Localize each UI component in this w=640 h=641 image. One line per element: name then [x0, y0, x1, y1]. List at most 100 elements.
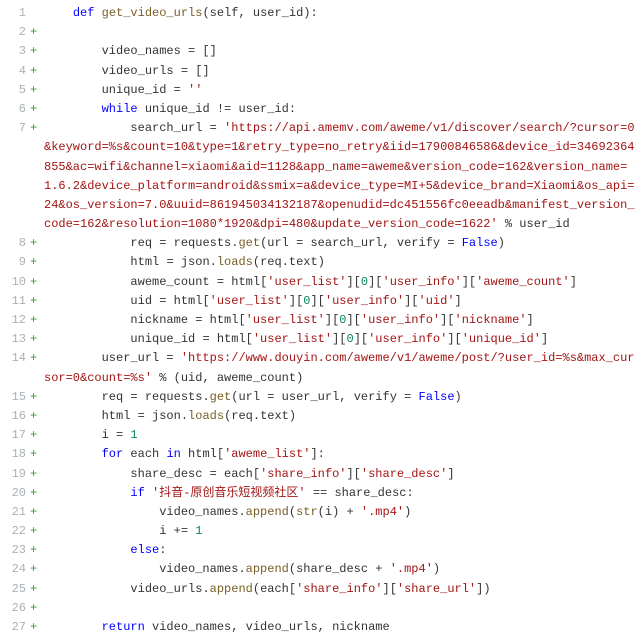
code-line: 8+ req = requests.get(url = search_url, …	[0, 234, 640, 253]
code-line: 21+ video_names.append(str(i) + '.mp4')	[0, 503, 640, 522]
code-line: 5+ unique_id = ''	[0, 81, 640, 100]
code-content: user_url = 'https://www.douyin.com/aweme…	[44, 349, 640, 387]
code-line: 13+ unique_id = html['user_list'][0]['us…	[0, 330, 640, 349]
diff-marker: +	[30, 311, 44, 330]
code-content: i += 1	[44, 522, 640, 541]
line-number: 13	[0, 330, 30, 349]
code-line: 12+ nickname = html['user_list'][0]['use…	[0, 311, 640, 330]
line-number: 21	[0, 503, 30, 522]
code-content: unique_id = html['user_list'][0]['user_i…	[44, 330, 640, 349]
diff-marker: +	[30, 253, 44, 272]
code-line: 18+ for each in html['aweme_list']:	[0, 445, 640, 464]
line-number: 2	[0, 23, 30, 42]
line-number: 1	[0, 4, 30, 23]
line-number: 12	[0, 311, 30, 330]
code-line: 23+ else:	[0, 541, 640, 560]
line-number: 3	[0, 42, 30, 61]
line-number: 20	[0, 484, 30, 503]
diff-marker: +	[30, 292, 44, 311]
code-content: if '抖音-原创音乐短视频社区' == share_desc:	[44, 484, 640, 503]
code-content: nickname = html['user_list'][0]['user_in…	[44, 311, 640, 330]
code-line: 16+ html = json.loads(req.text)	[0, 407, 640, 426]
code-content: search_url = 'https://api.amemv.com/awem…	[44, 119, 640, 234]
line-number: 22	[0, 522, 30, 541]
code-content: req = requests.get(url = search_url, ver…	[44, 234, 640, 253]
line-number: 25	[0, 580, 30, 599]
line-number: 18	[0, 445, 30, 464]
diff-marker: +	[30, 522, 44, 541]
code-content: i = 1	[44, 426, 640, 445]
diff-marker: +	[30, 407, 44, 426]
code-line: 11+ uid = html['user_list'][0]['user_inf…	[0, 292, 640, 311]
code-line: 4+ video_urls = []	[0, 62, 640, 81]
code-line: 20+ if '抖音-原创音乐短视频社区' == share_desc:	[0, 484, 640, 503]
line-number: 9	[0, 253, 30, 272]
diff-marker: +	[30, 119, 44, 138]
line-number: 23	[0, 541, 30, 560]
code-content: video_names.append(str(i) + '.mp4')	[44, 503, 640, 522]
code-line: 9+ html = json.loads(req.text)	[0, 253, 640, 272]
code-line: 15+ req = requests.get(url = user_url, v…	[0, 388, 640, 407]
diff-marker: +	[30, 42, 44, 61]
line-number: 19	[0, 465, 30, 484]
code-content: else:	[44, 541, 640, 560]
code-line: 22+ i += 1	[0, 522, 640, 541]
line-number: 26	[0, 599, 30, 618]
line-number: 14	[0, 349, 30, 368]
code-line: 3+ video_names = []	[0, 42, 640, 61]
code-line: 27+ return video_names, video_urls, nick…	[0, 618, 640, 637]
code-line: 7+ search_url = 'https://api.amemv.com/a…	[0, 119, 640, 234]
code-line: 19+ share_desc = each['share_info']['sha…	[0, 465, 640, 484]
diff-marker: +	[30, 349, 44, 368]
code-content: share_desc = each['share_info']['share_d…	[44, 465, 640, 484]
code-content: uid = html['user_list'][0]['user_info'][…	[44, 292, 640, 311]
code-line: 24+ video_names.append(share_desc + '.mp…	[0, 560, 640, 579]
diff-marker: +	[30, 273, 44, 292]
code-line: 26+	[0, 599, 640, 618]
diff-marker: +	[30, 62, 44, 81]
diff-marker: +	[30, 426, 44, 445]
code-line: 6+ while unique_id != user_id:	[0, 100, 640, 119]
line-number: 7	[0, 119, 30, 138]
line-number: 8	[0, 234, 30, 253]
code-line: 14+ user_url = 'https://www.douyin.com/a…	[0, 349, 640, 387]
diff-marker: +	[30, 388, 44, 407]
code-content: return video_names, video_urls, nickname	[44, 618, 640, 637]
diff-marker: +	[30, 445, 44, 464]
code-content: html = json.loads(req.text)	[44, 407, 640, 426]
diff-marker: +	[30, 541, 44, 560]
code-content: for each in html['aweme_list']:	[44, 445, 640, 464]
diff-marker: +	[30, 234, 44, 253]
line-number: 15	[0, 388, 30, 407]
line-number: 17	[0, 426, 30, 445]
code-content: video_names.append(share_desc + '.mp4')	[44, 560, 640, 579]
diff-marker: +	[30, 100, 44, 119]
code-content: while unique_id != user_id:	[44, 100, 640, 119]
diff-marker: +	[30, 465, 44, 484]
code-line: 10+ aweme_count = html['user_list'][0]['…	[0, 273, 640, 292]
code-line: 1 def get_video_urls(self, user_id):	[0, 4, 640, 23]
code-content: req = requests.get(url = user_url, verif…	[44, 388, 640, 407]
line-number: 24	[0, 560, 30, 579]
code-content: video_urls.append(each['share_info']['sh…	[44, 580, 640, 599]
line-number: 11	[0, 292, 30, 311]
code-content: video_names = []	[44, 42, 640, 61]
diff-marker: +	[30, 484, 44, 503]
diff-marker: +	[30, 618, 44, 637]
code-content: html = json.loads(req.text)	[44, 253, 640, 272]
line-number: 5	[0, 81, 30, 100]
line-number: 6	[0, 100, 30, 119]
diff-marker: +	[30, 330, 44, 349]
diff-marker: +	[30, 23, 44, 42]
diff-marker: +	[30, 560, 44, 579]
code-block: 1 def get_video_urls(self, user_id):2+3+…	[0, 4, 640, 637]
diff-marker: +	[30, 599, 44, 618]
diff-marker: +	[30, 81, 44, 100]
line-number: 10	[0, 273, 30, 292]
code-content: unique_id = ''	[44, 81, 640, 100]
line-number: 27	[0, 618, 30, 637]
code-line: 25+ video_urls.append(each['share_info']…	[0, 580, 640, 599]
line-number: 4	[0, 62, 30, 81]
code-content: aweme_count = html['user_list'][0]['user…	[44, 273, 640, 292]
diff-marker: +	[30, 503, 44, 522]
